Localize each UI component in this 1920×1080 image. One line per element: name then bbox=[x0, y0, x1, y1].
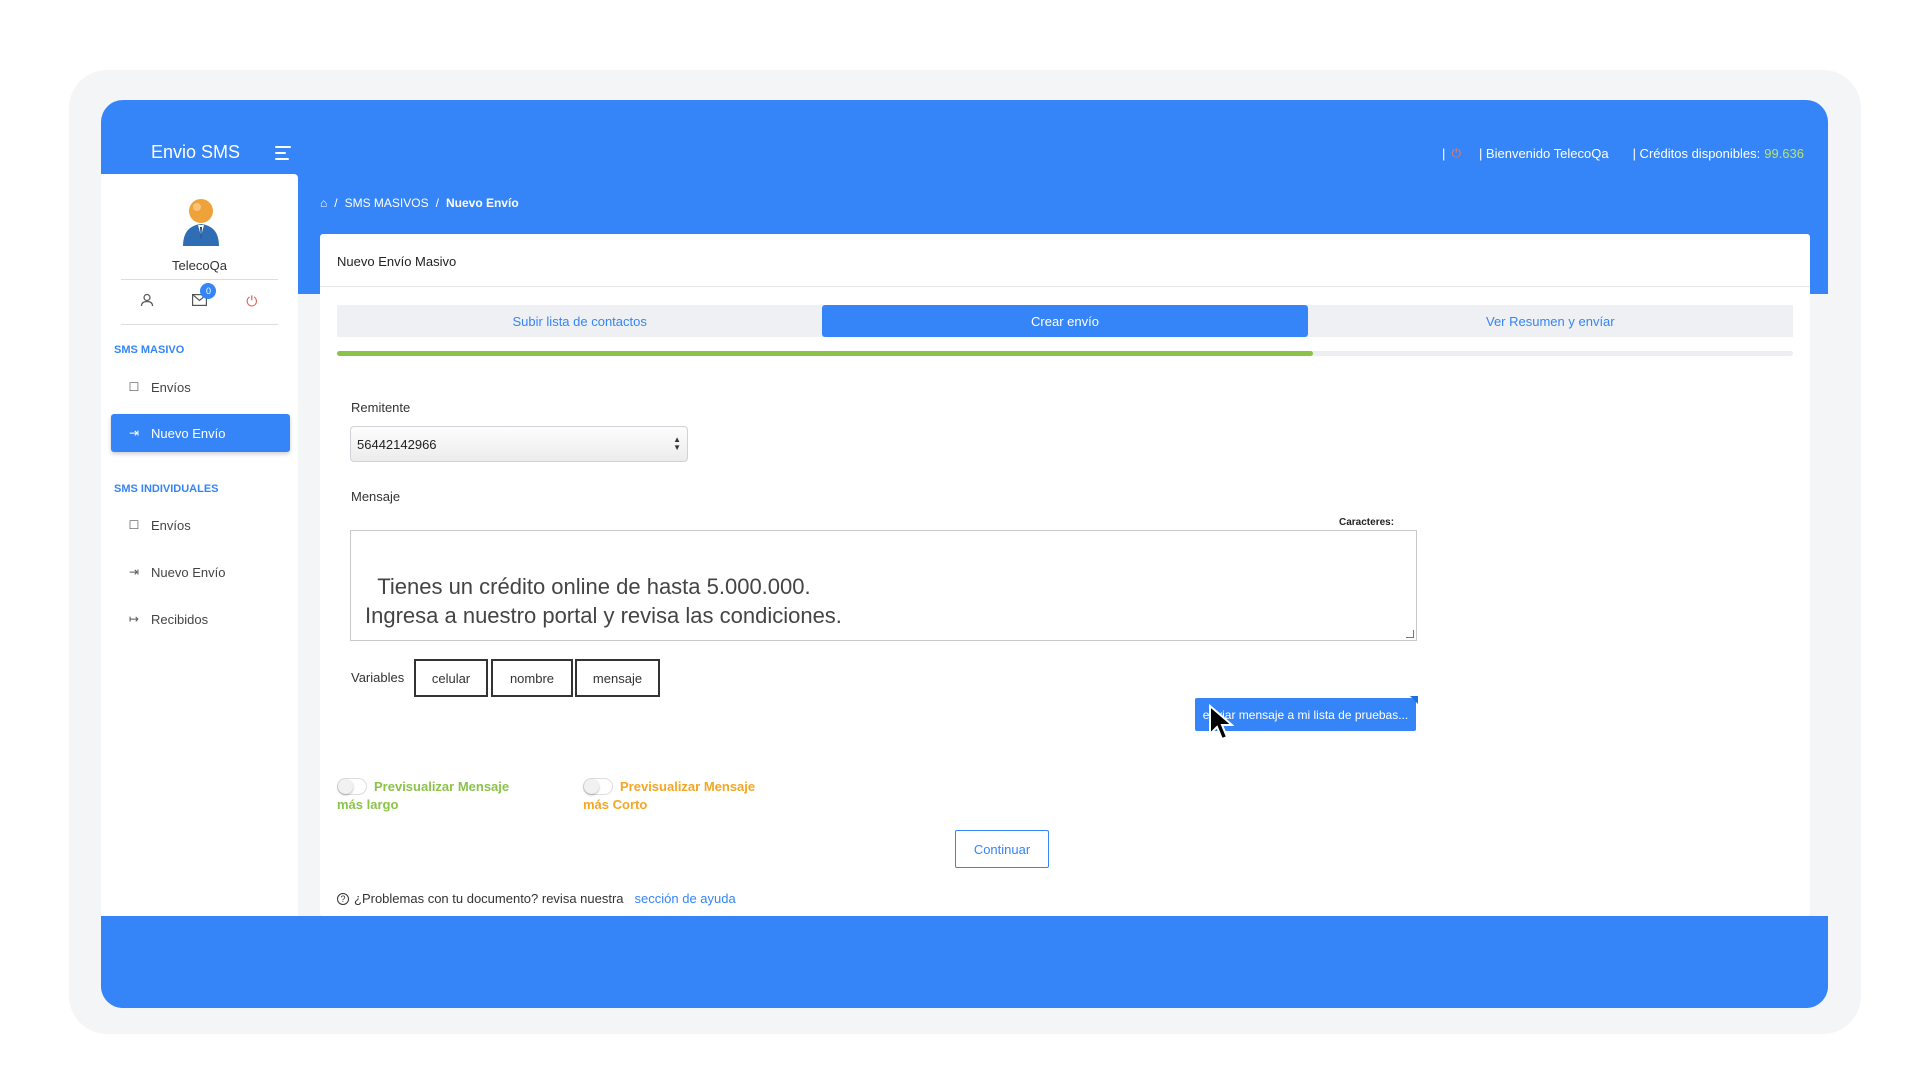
select-arrows-icon: ▲ ▼ bbox=[673, 435, 681, 452]
chat-icon: ☐ bbox=[128, 518, 140, 532]
section-sms-individuales: SMS INDIVIDUALES bbox=[114, 483, 219, 495]
breadcrumb-current: Nuevo Envío bbox=[445, 196, 519, 210]
app-title: Envio SMS bbox=[151, 142, 241, 162]
continue-button[interactable]: Continuar bbox=[955, 830, 1049, 868]
preview-long-label: Previsualizar Mensaje más largo bbox=[337, 779, 510, 812]
variable-mensaje-button[interactable]: mensaje bbox=[575, 659, 660, 697]
remitente-selected-value: 56442142966 bbox=[357, 436, 437, 452]
card-title: Nuevo Envío Masivo bbox=[337, 254, 457, 269]
sidebar-item-label: Envíos bbox=[151, 379, 191, 395]
help-section-link[interactable]: sección de ayuda bbox=[635, 891, 736, 906]
preview-short-label: Previsualizar Mensaje más Corto bbox=[583, 779, 756, 812]
remitente-label: Remitente bbox=[351, 400, 411, 415]
mail-icon[interactable]: 0 bbox=[190, 283, 217, 311]
sidebar-item-recibidos[interactable]: ↦ Recibidos bbox=[111, 600, 290, 638]
resize-grip-icon[interactable] bbox=[1406, 630, 1414, 638]
tab-subir-lista[interactable]: Subir lista de contactos bbox=[337, 305, 822, 337]
section-sms-masivo: SMS MASIVO bbox=[114, 344, 185, 356]
remitente-select[interactable]: 56442142966 ▲ ▼ bbox=[350, 426, 688, 462]
credits-value: 99.636 bbox=[1764, 146, 1804, 161]
variable-nombre-button[interactable]: nombre bbox=[491, 659, 573, 697]
sidebar-item-individual-nuevo-envio[interactable]: ⇥ Nuevo Envío bbox=[111, 553, 290, 591]
menu-toggle-icon[interactable] bbox=[275, 146, 291, 160]
card-divider bbox=[320, 286, 1810, 287]
tab-ver-resumen[interactable]: Ver Resumen y envíar bbox=[1308, 305, 1793, 337]
sidebar-item-label: Nuevo Envío bbox=[151, 564, 226, 580]
sidebar-item-individual-envios[interactable]: ☐ Envíos bbox=[111, 506, 290, 544]
breadcrumb-separator: / bbox=[435, 196, 439, 210]
mouse-cursor-icon bbox=[1209, 704, 1234, 741]
help-text: ¿Problemas con tu documento? revisa nues… bbox=[354, 891, 624, 906]
sidebar-quick-actions: 0 ⏻ bbox=[121, 279, 278, 325]
mensaje-label: Mensaje bbox=[351, 489, 401, 504]
sidebar-item-label: Nuevo Envío bbox=[151, 425, 226, 441]
question-circle-icon: ? bbox=[337, 892, 349, 905]
help-line: ? ¿Problemas con tu documento? revisa nu… bbox=[337, 891, 736, 906]
button-corner-marker bbox=[1410, 696, 1418, 704]
breadcrumb-sms-masivos[interactable]: SMS MASIVOS bbox=[345, 196, 429, 210]
footer-bar bbox=[101, 916, 1828, 1008]
sign-in-icon: ⇥ bbox=[128, 426, 140, 440]
message-text: Tienes un crédito online de hasta 5.000.… bbox=[365, 574, 842, 628]
sidebar-item-masivo-nuevo-envio[interactable]: ⇥ Nuevo Envío bbox=[111, 414, 290, 452]
welcome-text: | Bienvenido TelecoQa bbox=[1478, 146, 1609, 161]
breadcrumb: ⌂ / SMS MASIVOS / Nuevo Envío bbox=[320, 196, 519, 210]
power-icon[interactable]: ⏻ bbox=[243, 293, 261, 311]
logout-power-icon[interactable]: ⏻ bbox=[1451, 146, 1461, 161]
message-textarea[interactable]: Tienes un crédito online de hasta 5.000.… bbox=[350, 530, 1417, 641]
wizard-tabs: Subir lista de contactos Crear envío Ver… bbox=[337, 305, 1793, 337]
user-name: TelecoQa bbox=[172, 258, 227, 273]
sign-out-icon: ↦ bbox=[128, 612, 140, 626]
variables-label: Variables bbox=[351, 670, 405, 685]
header-divider: | bbox=[1442, 146, 1446, 161]
home-icon[interactable]: ⌂ bbox=[320, 196, 327, 210]
sidebar-item-masivo-envios[interactable]: ☐ Envíos bbox=[111, 368, 290, 406]
wizard-progress-bar bbox=[337, 351, 1793, 356]
sidebar-item-label: Envíos bbox=[151, 517, 191, 533]
credits-label: | Créditos disponibles: bbox=[1632, 146, 1761, 161]
chat-icon: ☐ bbox=[128, 380, 140, 394]
sidebar-item-label: Recibidos bbox=[151, 611, 209, 627]
mail-count-badge: 0 bbox=[200, 283, 217, 299]
breadcrumb-separator: / bbox=[334, 196, 338, 210]
character-counter: Caracteres: bbox=[1339, 517, 1395, 528]
profile-icon[interactable] bbox=[138, 293, 156, 311]
wizard-progress-fill bbox=[337, 351, 1313, 356]
sign-in-icon: ⇥ bbox=[128, 565, 140, 579]
variable-celular-button[interactable]: celular bbox=[414, 659, 488, 697]
tab-crear-envio[interactable]: Crear envío bbox=[822, 305, 1308, 337]
user-avatar bbox=[183, 199, 219, 246]
header-user-area: | ⏻ | Bienvenido TelecoQa | Créditos dis… bbox=[1442, 146, 1804, 161]
